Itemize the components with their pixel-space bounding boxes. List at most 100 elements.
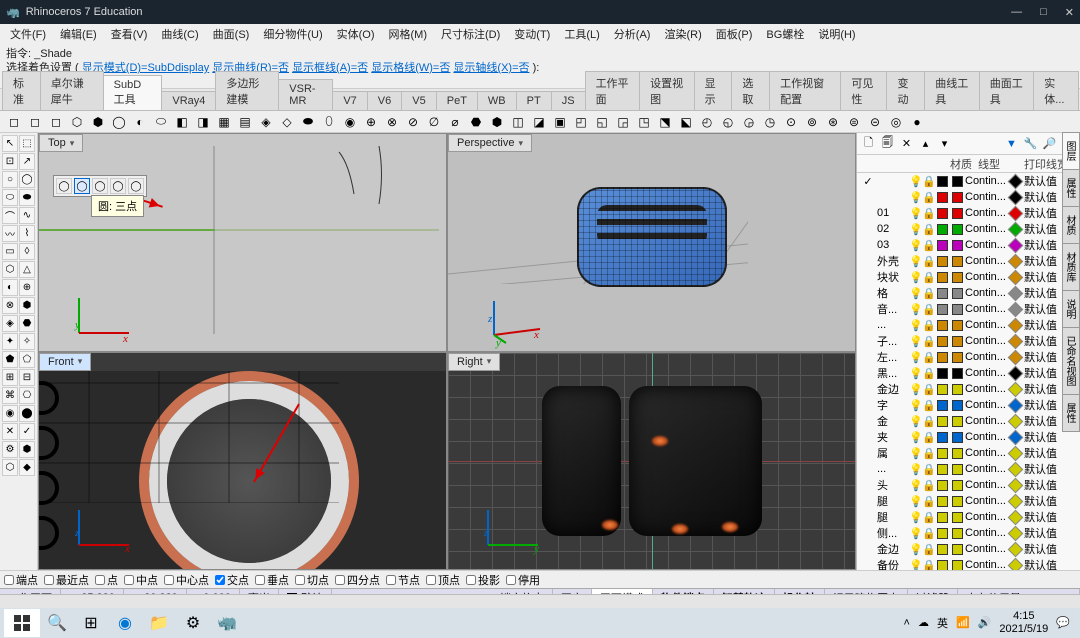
circle-fit-tool[interactable]: ◯	[128, 178, 144, 194]
tool-button[interactable]: ◐	[2, 279, 18, 296]
tray-cloud-icon[interactable]: ☁	[918, 616, 929, 629]
tool-button[interactable]: ∿	[19, 207, 35, 224]
menu-item[interactable]: 变动(T)	[508, 24, 556, 44]
tool-button[interactable]: ✓	[19, 423, 35, 440]
toolbar-button[interactable]: ⊘	[403, 112, 423, 132]
layer-row[interactable]: 备份💡🔒Contin...默认值	[857, 557, 1080, 570]
toolbar-button[interactable]: ⊛	[823, 112, 843, 132]
layer-row[interactable]: 字💡🔒Contin...默认值	[857, 397, 1080, 413]
osnap-option[interactable]: 停用	[506, 572, 540, 588]
toolbar-button[interactable]: ◲	[613, 112, 633, 132]
viewport-front-label[interactable]: Front▾	[39, 353, 91, 371]
toolbar-button[interactable]: ⬭	[151, 112, 171, 132]
tool-button[interactable]: ✧	[19, 333, 35, 350]
task-view-icon[interactable]: ⊞	[76, 609, 106, 637]
toolbar-button[interactable]: ●	[907, 112, 927, 132]
menu-item[interactable]: 面板(P)	[710, 24, 759, 44]
toolbar-button[interactable]: ∅	[424, 112, 444, 132]
layer-row[interactable]: 腿💡🔒Contin...默认值	[857, 493, 1080, 509]
menu-item[interactable]: BG螺栓	[760, 24, 810, 44]
tool-button[interactable]: ◈	[2, 315, 18, 332]
search-icon[interactable]: 🔍	[42, 609, 72, 637]
toolbar-button[interactable]: ◨	[193, 112, 213, 132]
layer-row[interactable]: 夹💡🔒Contin...默认值	[857, 429, 1080, 445]
tool-tab[interactable]: 卓尔谦犀牛	[40, 71, 104, 110]
toolbar-button[interactable]: ◰	[571, 112, 591, 132]
viewport-front[interactable]: Front▾ z x	[39, 353, 446, 570]
layer-row[interactable]: 02💡🔒Contin...默认值	[857, 221, 1080, 237]
tool-button[interactable]: ○	[2, 171, 18, 188]
tool-button[interactable]: ⬟	[2, 351, 18, 368]
toolbar-button[interactable]: ◎	[886, 112, 906, 132]
circle-3pt-tool[interactable]: ◯	[74, 178, 90, 194]
tool-tab[interactable]: 显示	[694, 71, 733, 110]
toolbar-button[interactable]: ◪	[529, 112, 549, 132]
toolbar-button[interactable]: ⬢	[487, 112, 507, 132]
tool-tab[interactable]: 工作视窗配置	[769, 71, 841, 110]
layer-row[interactable]: 金💡🔒Contin...默认值	[857, 413, 1080, 429]
tool-button[interactable]: ✦	[2, 333, 18, 350]
edge-icon[interactable]: ◉	[110, 609, 140, 637]
tool-button[interactable]: 〰	[2, 225, 18, 242]
command-option[interactable]: 显示框线(A)=否	[292, 62, 368, 74]
tool-button[interactable]: ⊞	[2, 369, 18, 386]
osnap-option[interactable]: 端点	[4, 572, 38, 588]
tools-icon[interactable]: 🔧	[1023, 136, 1038, 151]
toolbar-button[interactable]: ⊕	[361, 112, 381, 132]
toolbar-button[interactable]: ⬔	[655, 112, 675, 132]
side-tab[interactable]: 属性	[1062, 169, 1080, 207]
layer-row[interactable]: 左...💡🔒Contin...默认值	[857, 349, 1080, 365]
tool-button[interactable]: ⬡	[2, 459, 18, 476]
osnap-option[interactable]: 顶点	[426, 572, 460, 588]
menu-item[interactable]: 编辑(E)	[54, 24, 103, 44]
menu-item[interactable]: 工具(L)	[558, 24, 605, 44]
toolbar-button[interactable]: ◱	[592, 112, 612, 132]
notifications-icon[interactable]: 💬	[1056, 616, 1070, 629]
menu-item[interactable]: 网格(M)	[383, 24, 434, 44]
tool-tab[interactable]: PeT	[436, 91, 478, 110]
menu-item[interactable]: 曲线(C)	[155, 24, 204, 44]
osnap-option[interactable]: 垂点	[255, 572, 289, 588]
tool-button[interactable]: ◯	[19, 171, 35, 188]
viewport-right-label[interactable]: Right▾	[448, 353, 500, 371]
tool-tab[interactable]: 曲面工具	[979, 71, 1035, 110]
tool-button[interactable]: ⌇	[19, 225, 35, 242]
layer-row[interactable]: 外壳💡🔒Contin...默认值	[857, 253, 1080, 269]
tool-button[interactable]: ⬭	[2, 189, 18, 206]
tool-tab[interactable]: V7	[332, 91, 367, 110]
toolbar-button[interactable]: ◷	[760, 112, 780, 132]
toolbar-button[interactable]: ⊜	[844, 112, 864, 132]
maximize-button[interactable]: □	[1040, 6, 1047, 18]
toolbar-button[interactable]: ▣	[550, 112, 570, 132]
tool-tab[interactable]: 多边形建模	[215, 71, 279, 110]
toolbar-button[interactable]: ◯	[109, 112, 129, 132]
layer-row[interactable]: 黑...💡🔒Contin...默认值	[857, 365, 1080, 381]
circle-flyout[interactable]: ◯ ◯ ◯ ◯ ◯	[53, 175, 147, 197]
tool-tab[interactable]: 选取	[731, 71, 770, 110]
viewport-top[interactable]: Top▾ ◯ ◯ ◯ ◯ ◯ 圆: 三点 y x	[39, 134, 446, 351]
toolbar-button[interactable]: ◇	[277, 112, 297, 132]
menu-item[interactable]: 查看(V)	[105, 24, 154, 44]
layer-row[interactable]: 格💡🔒Contin...默认值	[857, 285, 1080, 301]
osnap-option[interactable]: 点	[95, 572, 118, 588]
toolbar-button[interactable]: ⊝	[865, 112, 885, 132]
layer-row[interactable]: ...💡🔒Contin...默认值	[857, 461, 1080, 477]
toolbar-button[interactable]: ◻	[46, 112, 66, 132]
osnap-option[interactable]: 四分点	[335, 572, 380, 588]
filter-icon[interactable]: ▼	[1004, 136, 1019, 151]
tool-button[interactable]: ⚙	[2, 441, 18, 458]
tool-button[interactable]: ↖	[2, 135, 18, 152]
toolbar-button[interactable]: ◈	[256, 112, 276, 132]
menu-item[interactable]: 分析(A)	[608, 24, 657, 44]
tool-button[interactable]: ⊟	[19, 369, 35, 386]
move-down-icon[interactable]: ▾	[937, 136, 952, 151]
tool-tab[interactable]: 工作平面	[585, 71, 641, 110]
toolbar-button[interactable]: ⊙	[781, 112, 801, 132]
start-button[interactable]	[4, 609, 40, 637]
side-tab[interactable]: 材质库	[1062, 243, 1080, 291]
tool-button[interactable]: ▭	[2, 243, 18, 260]
toolbar-button[interactable]: ⬕	[676, 112, 696, 132]
menu-item[interactable]: 说明(H)	[812, 24, 861, 44]
toolbar-button[interactable]: ◉	[340, 112, 360, 132]
tool-button[interactable]: ⊡	[2, 153, 18, 170]
